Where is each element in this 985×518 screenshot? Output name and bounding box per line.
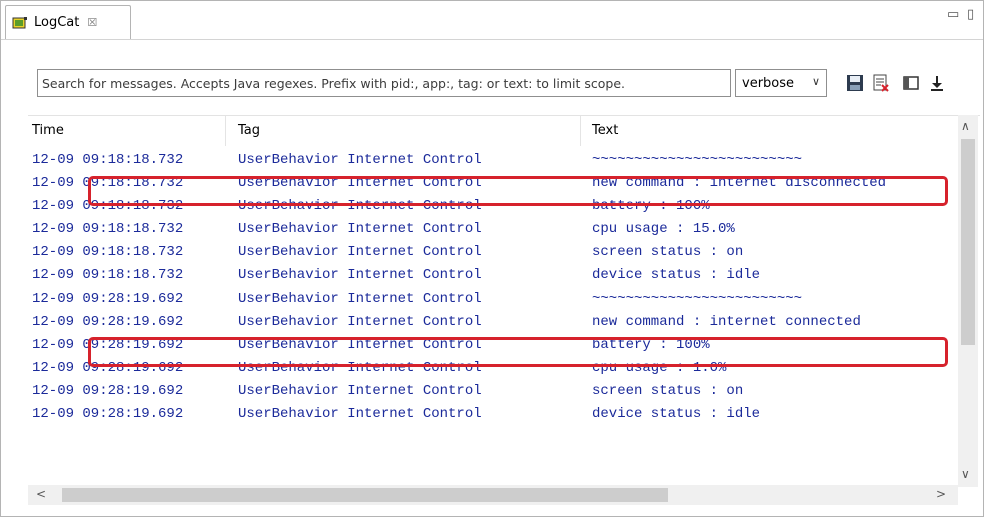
row-text: screen status : on	[592, 244, 744, 261]
table-row[interactable]: 12-09 09:28:19.692 UserBehavior Internet…	[28, 288, 958, 311]
scroll-lock-icon[interactable]	[927, 73, 947, 93]
scroll-up-icon[interactable]: ∧	[961, 119, 970, 133]
row-time: 12-09 09:28:19.692	[32, 406, 184, 423]
column-header-time[interactable]: Time	[32, 123, 64, 138]
row-tag: UserBehavior Internet Control	[238, 244, 482, 261]
row-time: 12-09 09:18:18.732	[32, 152, 184, 168]
minimize-icon[interactable]: ▭	[947, 7, 959, 22]
horizontal-scroll-thumb[interactable]	[62, 488, 668, 502]
filter-toolbar: verbose ∨	[37, 69, 977, 99]
table-row[interactable]: 12-09 09:28:19.692 UserBehavior Internet…	[28, 403, 958, 426]
log-level-select[interactable]: verbose ∨	[735, 69, 827, 97]
horizontal-scrollbar[interactable]: < >	[28, 485, 958, 505]
column-header-tag[interactable]: Tag	[238, 123, 260, 138]
row-tag: UserBehavior Internet Control	[238, 313, 482, 330]
row-tag: UserBehavior Internet Control	[238, 406, 482, 423]
row-text: ~~~~~~~~~~~~~~~~~~~~~~~~~	[592, 152, 803, 168]
scroll-right-icon[interactable]: >	[936, 487, 946, 501]
row-time: 12-09 09:28:19.692	[32, 290, 184, 307]
column-divider[interactable]	[225, 116, 226, 146]
scroll-left-icon[interactable]: <	[36, 487, 46, 501]
row-time: 12-09 09:18:18.732	[32, 267, 184, 284]
row-time: 12-09 09:28:19.692	[32, 382, 184, 399]
scroll-down-icon[interactable]: ∨	[961, 467, 970, 481]
column-divider[interactable]	[580, 116, 581, 146]
save-icon[interactable]	[845, 73, 865, 93]
row-text: cpu usage : 15.0%	[592, 221, 735, 238]
table-row[interactable]: 12-09 09:18:18.732 UserBehavior Internet…	[28, 218, 958, 241]
clear-log-icon[interactable]	[871, 73, 891, 93]
row-text: new command : internet connected	[592, 313, 861, 330]
vertical-scrollbar[interactable]: ∧ ∨	[958, 115, 978, 487]
column-header-text[interactable]: Text	[592, 123, 618, 138]
highlight-box-connected	[88, 337, 948, 367]
tab-logcat[interactable]: LogCat ☒	[5, 5, 131, 39]
tab-label: LogCat	[34, 15, 80, 30]
row-tag: UserBehavior Internet Control	[238, 382, 482, 399]
row-tag: UserBehavior Internet Control	[238, 152, 482, 168]
row-tag: UserBehavior Internet Control	[238, 267, 482, 284]
logcat-view: LogCat ☒ ▭ ▯ verbose ∨	[0, 0, 984, 517]
row-tag: UserBehavior Internet Control	[238, 290, 482, 307]
table-row[interactable]: 12-09 09:18:18.732 UserBehavior Internet…	[28, 241, 958, 264]
row-text: ~~~~~~~~~~~~~~~~~~~~~~~~~	[592, 290, 803, 307]
row-time: 12-09 09:18:18.732	[32, 244, 184, 261]
close-icon[interactable]: ☒	[87, 16, 97, 29]
highlight-box-disconnected	[88, 176, 948, 206]
row-text: device status : idle	[592, 267, 761, 284]
chevron-down-icon: ∨	[811, 75, 820, 88]
table-row[interactable]: 12-09 09:18:18.732 UserBehavior Internet…	[28, 149, 958, 172]
row-text: device status : idle	[592, 406, 761, 423]
vertical-scroll-thumb[interactable]	[961, 139, 975, 345]
log-level-value: verbose	[742, 75, 795, 91]
tab-bar: LogCat ☒ ▭ ▯	[1, 1, 983, 40]
search-input[interactable]	[37, 69, 731, 97]
row-tag: UserBehavior Internet Control	[238, 221, 482, 238]
table-row[interactable]: 12-09 09:28:19.692 UserBehavior Internet…	[28, 380, 958, 403]
table-row[interactable]: 12-09 09:18:18.732 UserBehavior Internet…	[28, 264, 958, 287]
show-filters-pane-icon[interactable]	[901, 73, 921, 93]
row-time: 12-09 09:28:19.692	[32, 313, 184, 330]
table-row[interactable]: 12-09 09:28:19.692 UserBehavior Internet…	[28, 311, 958, 334]
android-logcat-icon	[12, 16, 28, 30]
maximize-icon[interactable]: ▯	[967, 7, 974, 22]
log-table: Time Tag Text 12-09 09:18:18.732 UserBeh…	[28, 115, 980, 488]
row-time: 12-09 09:18:18.732	[32, 221, 184, 238]
table-header: Time Tag Text	[28, 116, 958, 146]
row-text: screen status : on	[592, 382, 744, 399]
